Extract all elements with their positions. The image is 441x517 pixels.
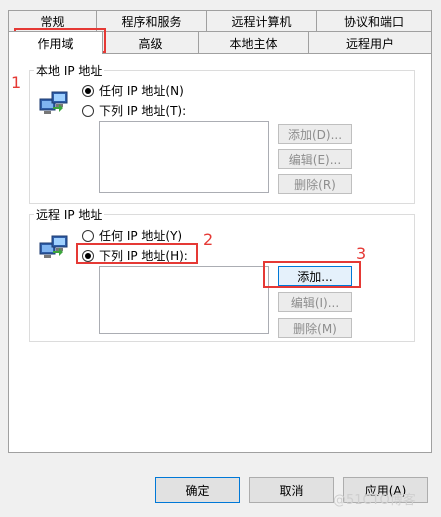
remote-list-ip-label: 下列 IP 地址(H): <box>99 249 188 263</box>
local-ip-listbox[interactable] <box>99 121 269 193</box>
tab-protocols-ports[interactable]: 协议和端口 <box>316 10 432 32</box>
tab-remote-users[interactable]: 远程用户 <box>308 31 432 54</box>
remote-ip-listbox[interactable] <box>99 266 269 334</box>
tab-local-principals[interactable]: 本地主体 <box>198 31 309 54</box>
local-ip-group-title: 本地 IP 地址 <box>34 62 105 79</box>
remote-list-ip-radio[interactable]: 下列 IP 地址(H): <box>82 247 188 264</box>
remote-any-ip-label: 任何 IP 地址(Y) <box>99 229 183 243</box>
local-any-ip-radio[interactable]: 任何 IP 地址(N) <box>82 82 184 99</box>
annotation-number-2: 2 <box>203 230 214 249</box>
annotation-number-1: 1 <box>11 73 22 92</box>
network-computers-icon <box>39 235 68 258</box>
tab-general[interactable]: 常规 <box>8 10 97 32</box>
tab-row-back: 常规 程序和服务 远程计算机 协议和端口 <box>8 10 432 32</box>
tab-remote-computers[interactable]: 远程计算机 <box>206 10 317 32</box>
local-delete-button[interactable]: 删除(R) <box>278 174 352 194</box>
cancel-button[interactable]: 取消 <box>249 477 334 503</box>
local-edit-button[interactable]: 编辑(E)... <box>278 149 352 169</box>
radio-button[interactable] <box>82 229 94 242</box>
local-list-ip-label: 下列 IP 地址(T): <box>99 104 187 118</box>
tab-scope[interactable]: 作用域 <box>8 31 103 54</box>
tab-panel: 本地 IP 地址 任何 IP 地址(N) 下列 IP 地址(T): 添加(D).… <box>8 53 432 453</box>
tab-advanced[interactable]: 高级 <box>102 31 199 54</box>
annotation-number-3: 3 <box>356 244 367 263</box>
radio-button[interactable] <box>82 104 94 117</box>
remote-edit-button[interactable]: 编辑(I)... <box>278 292 352 312</box>
local-list-ip-radio[interactable]: 下列 IP 地址(T): <box>82 102 186 119</box>
local-add-button[interactable]: 添加(D)... <box>278 124 352 144</box>
radio-button[interactable] <box>82 84 94 97</box>
remote-any-ip-radio[interactable]: 任何 IP 地址(Y) <box>82 227 182 244</box>
network-computers-icon <box>39 91 68 114</box>
local-any-ip-label: 任何 IP 地址(N) <box>99 84 184 98</box>
remote-add-button[interactable]: 添加... <box>278 266 352 286</box>
watermark-text: @51CTO博客 <box>333 493 416 508</box>
tab-row-front: 作用域 高级 本地主体 远程用户 <box>8 31 432 54</box>
tab-programs-services[interactable]: 程序和服务 <box>96 10 207 32</box>
radio-button[interactable] <box>82 249 94 262</box>
remote-ip-group-title: 远程 IP 地址 <box>34 206 105 223</box>
ok-button[interactable]: 确定 <box>155 477 240 503</box>
remote-delete-button[interactable]: 删除(M) <box>278 318 352 338</box>
